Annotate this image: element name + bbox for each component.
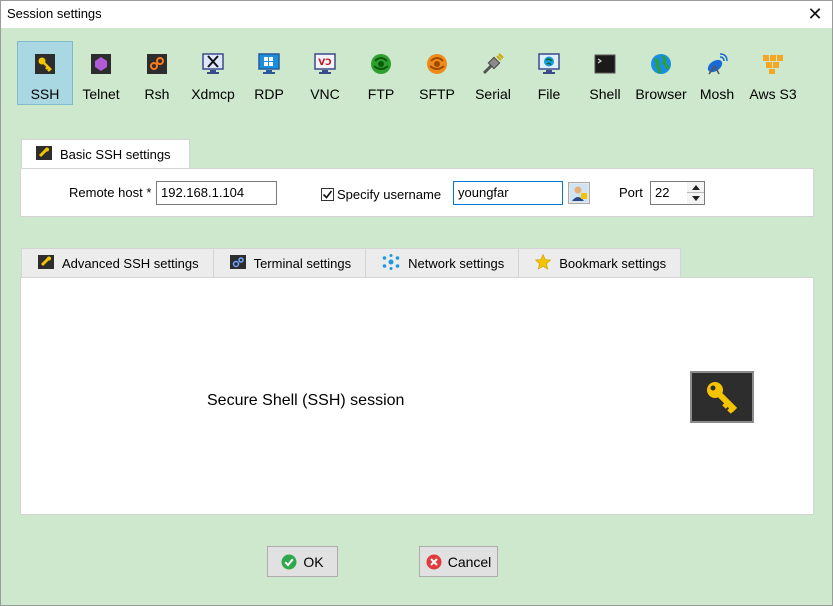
port-spinner	[687, 181, 705, 205]
settings-tabs: Advanced SSH settings Terminal settings …	[21, 248, 682, 277]
tab-label: Basic SSH settings	[60, 147, 171, 162]
port-input[interactable]: 22	[650, 181, 688, 205]
protocol-xdmcp[interactable]: Xdmcp	[185, 41, 241, 105]
ftp-icon	[369, 52, 393, 76]
arrow-down-icon	[691, 196, 700, 201]
protocol-label: FTP	[367, 86, 395, 102]
user-picker-button[interactable]	[568, 182, 590, 204]
xdmcp-icon	[201, 52, 225, 76]
protocol-label: RDP	[254, 86, 284, 102]
shell-icon	[593, 52, 617, 76]
protocol-label: File	[537, 86, 561, 102]
protocol-mosh[interactable]: Mosh	[689, 41, 745, 105]
arrow-up-icon	[691, 184, 700, 190]
protocol-label: SFTP	[419, 86, 455, 102]
cancel-label: Cancel	[447, 553, 492, 570]
protocol-rsh[interactable]: Rsh	[129, 41, 185, 105]
browser-icon	[649, 52, 673, 76]
tab-label: Advanced SSH settings	[62, 255, 199, 271]
wrench-icon	[38, 254, 54, 272]
username-input[interactable]: youngfar	[453, 181, 563, 205]
cancel-button[interactable]: Cancel	[419, 546, 498, 577]
rsh-icon	[145, 52, 169, 76]
svg-text:VƆ: VƆ	[318, 58, 332, 68]
cancel-circle-icon	[426, 554, 442, 569]
vnc-icon: VƆ	[313, 52, 337, 76]
serial-icon	[481, 52, 505, 76]
rdp-icon	[257, 52, 281, 76]
protocol-label: Shell	[589, 86, 621, 102]
protocol-vnc[interactable]: VƆ VNC	[297, 41, 353, 105]
tab-basic-ssh-settings[interactable]: Basic SSH settings	[21, 139, 190, 169]
ok-button[interactable]: OK	[267, 546, 338, 577]
tab-network-settings[interactable]: Network settings	[365, 248, 520, 277]
protocol-file[interactable]: File	[521, 41, 577, 105]
protocol-sftp[interactable]: SFTP	[409, 41, 465, 105]
close-button[interactable]: ✕	[798, 1, 832, 28]
ssh-key-icon	[690, 371, 754, 423]
checkmark-icon	[322, 190, 333, 199]
network-icon	[382, 253, 400, 273]
telnet-icon	[89, 52, 113, 76]
terminal-settings-icon	[229, 254, 246, 272]
protocol-label: Mosh	[699, 86, 735, 102]
port-decrement-button[interactable]	[687, 193, 704, 204]
tab-label: Bookmark settings	[559, 255, 667, 271]
title-bar: Session settings ✕	[1, 1, 832, 28]
protocol-rdp[interactable]: RDP	[241, 41, 297, 105]
protocol-label: VNC	[310, 86, 340, 102]
protocol-label: Serial	[475, 86, 511, 102]
remote-host-label: Remote host *	[69, 185, 152, 200]
protocol-label: Aws S3	[749, 86, 797, 102]
ok-label: OK	[303, 553, 324, 570]
protocol-label: Rsh	[144, 86, 170, 102]
protocol-telnet[interactable]: Telnet	[73, 41, 129, 105]
file-icon	[537, 52, 561, 76]
aws-s3-icon	[761, 52, 785, 76]
specify-username-label: Specify username	[337, 187, 442, 202]
check-circle-icon	[281, 554, 297, 569]
port-increment-button[interactable]	[687, 182, 704, 193]
wrench-icon	[36, 146, 52, 163]
sftp-icon	[425, 52, 449, 76]
session-settings-window: Session settings ✕ SSH Telnet Rsh Xdmcp …	[0, 0, 833, 606]
protocol-toolbar: SSH Telnet Rsh Xdmcp RDP VƆ VNC FTP SFTP…	[17, 41, 801, 107]
star-icon	[535, 253, 552, 273]
protocol-serial[interactable]: Serial	[465, 41, 521, 105]
protocol-label: Telnet	[82, 86, 120, 102]
mosh-icon	[705, 52, 729, 76]
protocol-label: Browser	[635, 86, 687, 102]
protocol-aws-s3[interactable]: Aws S3	[745, 41, 801, 105]
close-icon: ✕	[807, 4, 823, 24]
basic-ssh-panel: Remote host * 192.168.1.104 Specify user…	[20, 168, 814, 217]
protocol-label: SSH	[30, 86, 60, 102]
key-icon	[33, 52, 57, 76]
tab-advanced-ssh-settings[interactable]: Advanced SSH settings	[21, 248, 214, 277]
tab-label: Network settings	[408, 255, 505, 271]
protocol-shell[interactable]: Shell	[577, 41, 633, 105]
tab-bookmark-settings[interactable]: Bookmark settings	[518, 248, 682, 277]
user-icon	[570, 184, 588, 202]
protocol-label: Xdmcp	[191, 86, 235, 102]
protocol-browser[interactable]: Browser	[633, 41, 689, 105]
session-description: Secure Shell (SSH) session	[207, 392, 405, 409]
protocol-ftp[interactable]: FTP	[353, 41, 409, 105]
tab-label: Terminal settings	[253, 255, 352, 271]
remote-host-input[interactable]: 192.168.1.104	[156, 181, 277, 205]
port-label: Port	[619, 185, 643, 200]
protocol-ssh[interactable]: SSH	[17, 41, 73, 105]
window-title: Session settings	[7, 6, 102, 21]
tab-terminal-settings[interactable]: Terminal settings	[212, 248, 367, 277]
tab-content-panel: Secure Shell (SSH) session	[20, 277, 814, 515]
specify-username-checkbox[interactable]	[321, 188, 334, 201]
